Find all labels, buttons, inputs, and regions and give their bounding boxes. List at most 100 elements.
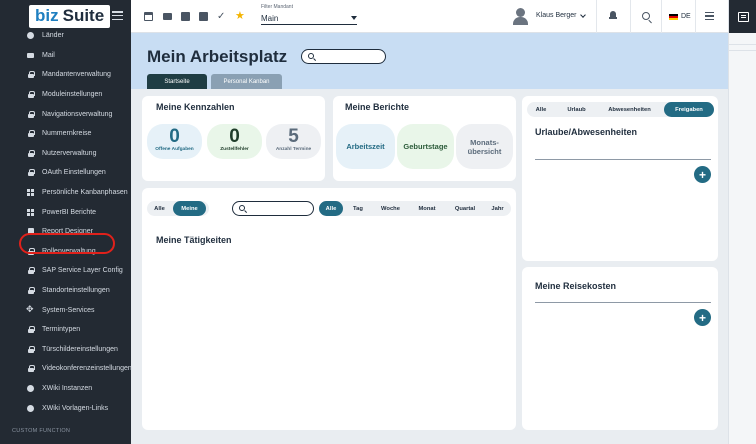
user-menu[interactable]: Klaus Berger — [536, 11, 587, 19]
report-arbeitszeit[interactable]: Arbeitszeit — [336, 124, 395, 169]
lock-icon — [27, 91, 35, 99]
mandant-filter[interactable]: Filter Mandant Main — [261, 4, 357, 25]
checkmark-icon[interactable]: ✓ — [217, 12, 226, 22]
checkbox-icon[interactable] — [199, 12, 208, 21]
user-avatar[interactable] — [513, 8, 528, 25]
user-name: Klaus Berger — [536, 12, 577, 19]
kpi-zustellfehler[interactable]: 0 Zustellfehler — [207, 124, 262, 159]
german-flag-icon — [669, 13, 678, 20]
report-geburtstage[interactable]: Geburtstage — [397, 124, 454, 169]
sidebar-item-videokonferenzeinstellungen[interactable]: Videokonferenzeinstellungen — [0, 359, 132, 379]
kpi-value: 0 — [229, 126, 240, 147]
sidebar-item-label: XWiki Vorlagen-Links — [42, 404, 109, 412]
sidebar-item-label: Türschildereinstellungen — [42, 345, 118, 353]
period-filter-tag[interactable]: Tag — [346, 201, 370, 216]
sidebar-item-standorteinstellungen[interactable]: Standorteinstellungen — [0, 281, 131, 301]
sidebar-item-label: PowerBI Berichte — [42, 208, 97, 216]
sitemap-icon — [26, 304, 34, 315]
right-panel-strip — [728, 0, 756, 444]
sidebar-item-persönliche-kanbanphasen[interactable]: Persönliche Kanbanphasen — [0, 183, 131, 203]
sidebar-item-label: Navigationsverwaltung — [42, 110, 113, 118]
urlaube-filter-urlaub[interactable]: Urlaub — [560, 102, 593, 117]
globe-icon — [27, 384, 34, 392]
language-selector[interactable]: DE — [669, 13, 691, 20]
language-label: DE — [681, 13, 691, 20]
sidebar-item-powerbi-berichte[interactable]: PowerBI Berichte — [0, 202, 131, 222]
taetigkeiten-card: Meine Tätigkeiten — [142, 188, 516, 430]
report-monatsuebersicht[interactable]: Monats- übersicht — [456, 124, 513, 169]
sidebar-item-navigationsverwaltung[interactable]: Navigationsverwaltung — [0, 104, 131, 124]
lock-icon — [27, 130, 35, 138]
calendar-icon[interactable] — [144, 12, 153, 21]
page-search-input[interactable] — [301, 49, 386, 64]
kennzahlen-title: Meine Kennzahlen — [156, 102, 235, 112]
favorite-star-icon[interactable]: ★ — [235, 11, 245, 22]
sidebar-item-oauth-einstellungen[interactable]: OAuth Einstellungen — [0, 163, 131, 183]
logo-suite: Suite — [62, 6, 105, 25]
sidebar-item-türschildereinstellungen[interactable]: Türschildereinstellungen — [0, 340, 131, 360]
list-icon[interactable] — [705, 12, 714, 20]
period-filter-monat[interactable]: Monat — [411, 201, 443, 216]
sidebar-item-nummernkreise[interactable]: Nummernkreise — [0, 124, 131, 144]
taetigkeiten-search-input[interactable] — [232, 201, 314, 216]
berichte-title: Meine Berichte — [345, 102, 410, 112]
grid-icon — [27, 189, 34, 197]
kpi-label: Offene Aufgaben — [155, 147, 194, 152]
sidebar-item-label: Nutzerverwaltung — [42, 149, 97, 157]
urlaube-filter-freigaben[interactable]: Freigaben — [664, 102, 714, 117]
urlaube-filter-alle[interactable]: Alle — [529, 102, 553, 117]
sidebar-item-system-services[interactable]: System-Services — [0, 300, 131, 320]
caret-down-icon — [351, 16, 357, 20]
lock-icon — [27, 267, 35, 275]
top-bar: ✓ ★ Filter Mandant Main Klaus Berger DE — [131, 0, 728, 33]
tab-personal-kanban[interactable]: Personal Kanban — [211, 74, 282, 89]
sidebar-item-customize[interactable]: ⚙Customize — [0, 440, 131, 444]
tab-startseite[interactable]: Startseite — [147, 74, 207, 89]
sidebar-item-sap-service-layer-config[interactable]: SAP Service Layer Config — [0, 261, 131, 281]
sidebar-item-termintypen[interactable]: Termintypen — [0, 320, 131, 340]
sidebar-item-label: Videokonferenzeinstellungen — [42, 365, 132, 373]
add-reisekosten-button[interactable]: + — [694, 309, 711, 326]
sidebar-item-nutzerverwaltung[interactable]: Nutzerverwaltung — [0, 144, 131, 164]
sidebar-item-moduleinstellungen[interactable]: Moduleinstellungen — [0, 85, 131, 105]
period-filter-quartal[interactable]: Quartal — [447, 201, 483, 216]
sidebar-item-label: Nummernkreise — [42, 130, 92, 138]
mail-icon[interactable] — [163, 13, 172, 20]
lock-icon — [27, 345, 35, 353]
sidebar-item-länder[interactable]: Länder — [0, 26, 131, 46]
period-filter-jahr[interactable]: Jahr — [485, 201, 510, 216]
sidebar-item-label: System-Services — [42, 306, 95, 314]
kpi-anzahl-termine[interactable]: 5 Anzahl Termine — [266, 124, 321, 159]
kpi-offene-aufgaben[interactable]: 0 Offene Aufgaben — [147, 124, 202, 159]
sidebar-item-label: Mandantenverwaltung — [42, 71, 111, 79]
contact-card-icon[interactable] — [181, 12, 190, 21]
search-icon — [308, 53, 314, 59]
sidebar-item-xwiki-instanzen[interactable]: XWiki Instanzen — [0, 379, 131, 399]
search-icon[interactable] — [642, 12, 650, 20]
bell-icon[interactable] — [609, 11, 617, 20]
sidebar-item-mail[interactable]: Mail — [0, 46, 131, 66]
sidebar-item-label: Standorteinstellungen — [42, 287, 110, 295]
sidebar-item-label: SAP Service Layer Config — [42, 267, 123, 275]
bizsuite-logo[interactable]: biz Suite — [29, 4, 111, 28]
hamburger-menu-icon[interactable] — [112, 11, 123, 20]
urlaube-title: Urlaube/Abwesenheiten — [535, 127, 638, 137]
period-filter-alle[interactable]: Alle — [319, 201, 343, 216]
sidebar-item-label: XWiki Instanzen — [42, 384, 93, 392]
scope-filter-meine[interactable]: Meine — [173, 201, 206, 216]
sidebar-item-mandantenverwaltung[interactable]: Mandantenverwaltung — [0, 65, 131, 85]
chat-button[interactable] — [729, 0, 756, 33]
sidebar-item-label: Länder — [42, 32, 64, 40]
add-urlaub-button[interactable]: + — [694, 166, 711, 183]
reisekosten-card: Meine Reisekosten — [522, 267, 718, 430]
logo-biz: biz — [35, 6, 59, 25]
scope-filter-alle[interactable]: Alle — [147, 201, 172, 216]
lock-icon — [27, 169, 35, 177]
globe-icon — [27, 404, 34, 412]
mandant-select[interactable]: Main — [261, 12, 357, 25]
period-filter-woche[interactable]: Woche — [374, 201, 407, 216]
page-title: Mein Arbeitsplatz — [147, 47, 288, 66]
urlaube-filter-abwesenheiten[interactable]: Abwesenheiten — [601, 102, 658, 117]
page-header: Mein Arbeitsplatz Startseite Personal Ka… — [131, 33, 728, 89]
sidebar-item-xwiki-vorlagen-links[interactable]: XWiki Vorlagen-Links — [0, 398, 131, 418]
